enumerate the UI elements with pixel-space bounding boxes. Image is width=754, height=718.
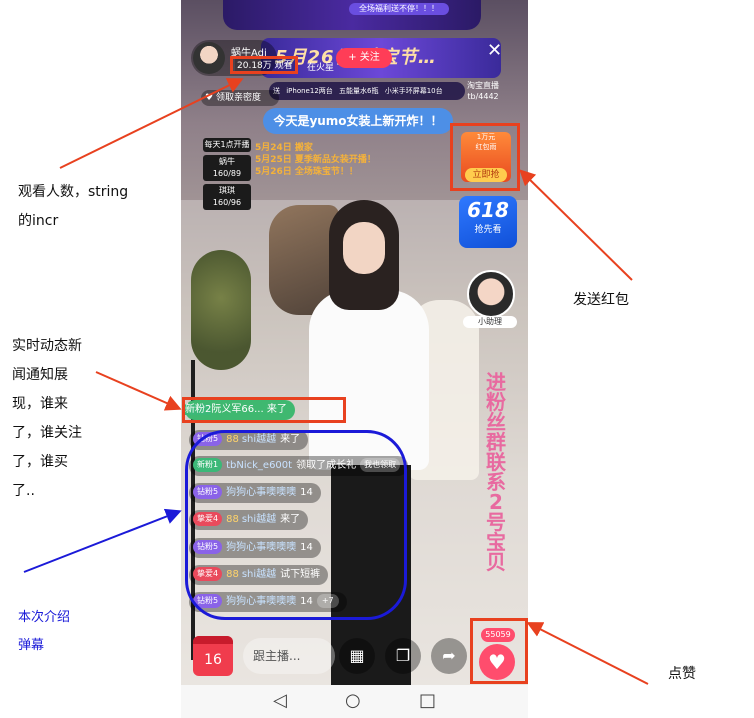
annotation-arrows	[23, 78, 649, 685]
viewers-note-line: 观看人数，string	[18, 184, 129, 200]
feed-note-line: 了，谁买	[12, 454, 68, 470]
redpack-arrow	[519, 169, 633, 281]
viewers-arrow	[59, 78, 244, 169]
feed-note-line: 了..	[12, 483, 35, 499]
feed-note-line: 闻通知展	[12, 367, 68, 383]
redpack-note: 发送红包	[569, 282, 691, 354]
viewers-note-line: 的incr	[18, 213, 59, 229]
feed-note-line: 了，谁关注	[12, 425, 82, 441]
danmaku-note: 本次介绍 弹幕	[14, 600, 104, 660]
feed-note-line: 现，谁来	[12, 396, 68, 412]
feed-note-line: 实时动态新	[12, 338, 82, 354]
like-arrow	[526, 622, 649, 685]
feed-arrow	[95, 371, 182, 411]
viewers-note: 观看人数，string 的incr	[14, 174, 154, 260]
danmaku-note-line: 弹幕	[18, 638, 45, 653]
feed-note: 实时动态新 闻通知展 现，谁来 了，谁关注 了，谁买 了..	[8, 328, 95, 518]
danmaku-note-line: 本次介绍	[18, 610, 71, 625]
danmaku-arrow	[23, 508, 182, 573]
like-note: 点赞	[664, 656, 746, 696]
